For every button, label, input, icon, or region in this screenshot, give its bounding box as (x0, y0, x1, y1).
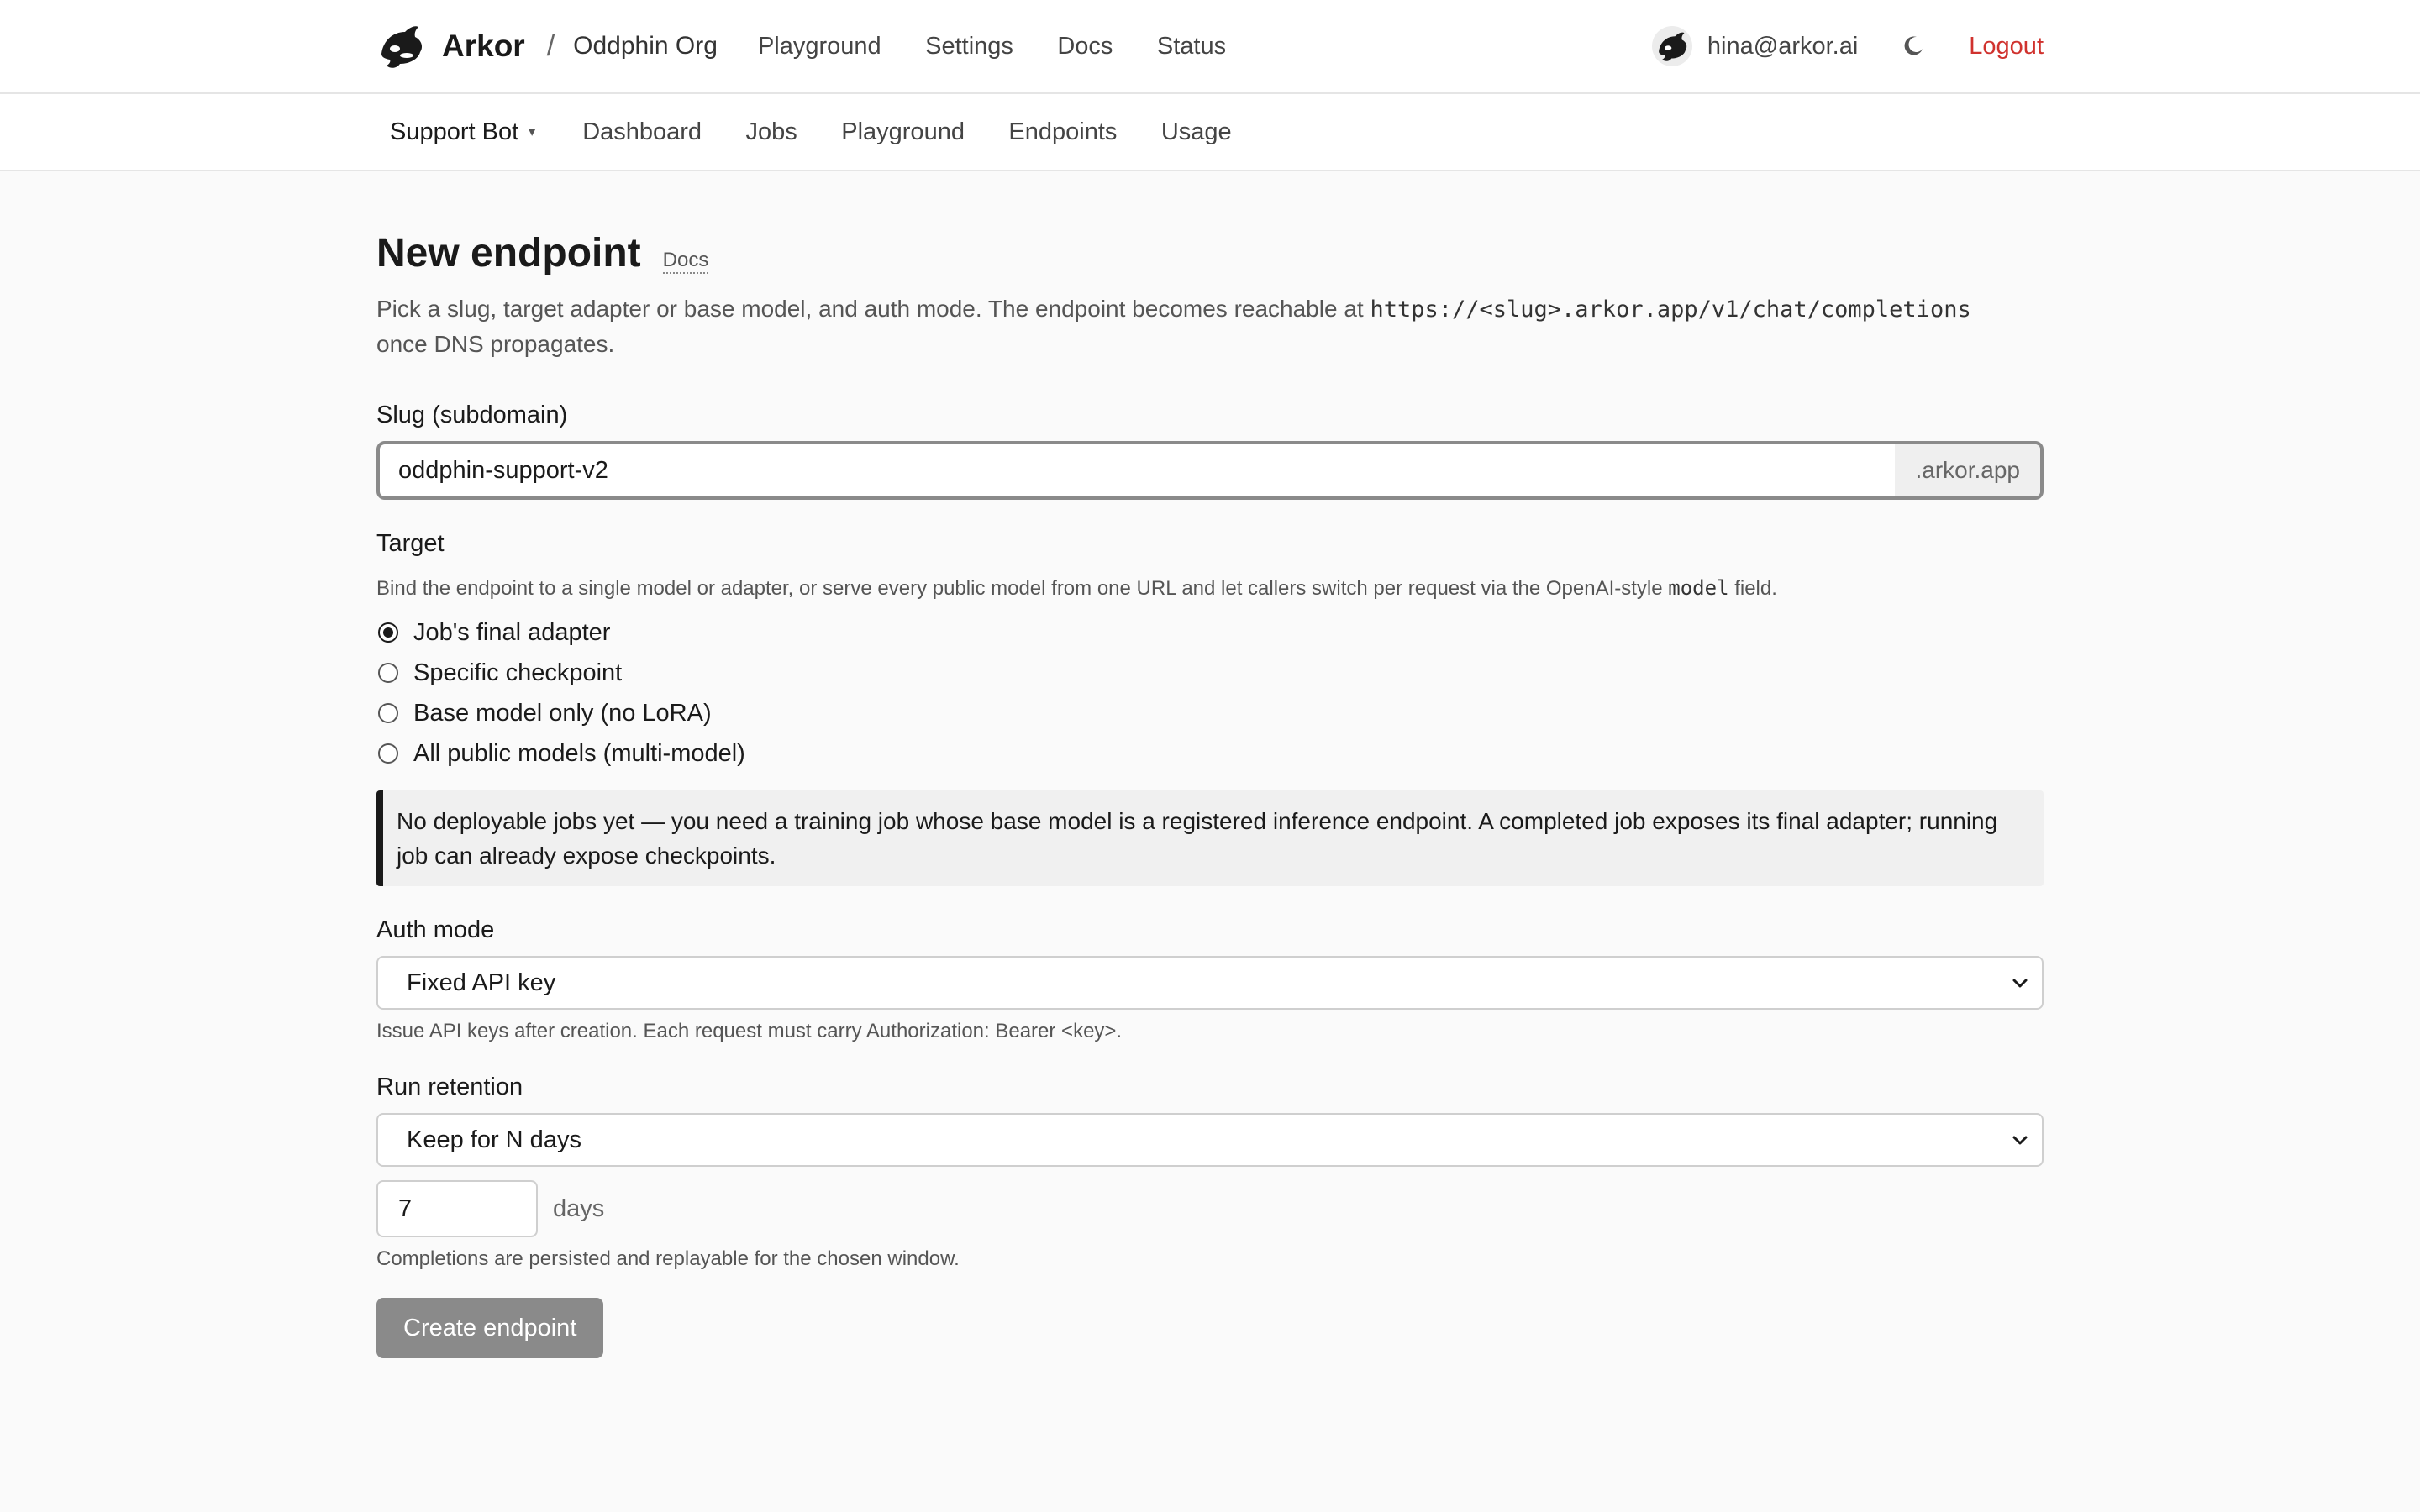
new-endpoint-form: New endpoint Docs Pick a slug, target ad… (376, 171, 2044, 1358)
radio-label: Job's final adapter (413, 618, 611, 646)
days-unit: days (553, 1194, 605, 1222)
nav-docs[interactable]: Docs (1057, 33, 1113, 60)
intro-tail: once DNS propagates. (376, 331, 615, 357)
retention-label: Run retention (376, 1074, 523, 1100)
auth-mode-hint: Issue API keys after creation. Each requ… (376, 1020, 1123, 1042)
auth-mode-label: Auth mode (376, 916, 495, 943)
intro-text: Pick a slug, target adapter or base mode… (376, 296, 1364, 322)
radio[interactable] (378, 743, 398, 764)
avatar[interactable] (1651, 26, 1692, 66)
model-field-code: model (1668, 576, 1729, 600)
retention-hint: Completions are persisted and replayable… (376, 1247, 960, 1270)
auth-mode-select[interactable]: Fixed API key (376, 956, 2044, 1010)
radio-label: All public models (multi-model) (413, 739, 745, 767)
endpoint-url: https://<slug>.arkor.app/v1/chat/complet… (1370, 297, 1971, 323)
project-nav: Dashboard Jobs Playground Endpoints Usag… (582, 118, 1272, 146)
target-option-checkpoint[interactable]: Specific checkpoint (376, 653, 2044, 693)
radio-label: Base model only (no LoRA) (413, 699, 712, 727)
nav-playground[interactable]: Playground (758, 33, 881, 60)
target-radio-group: Job's final adapter Specific checkpoint … (376, 612, 2044, 774)
project-selector[interactable]: Support Bot ▾ (390, 118, 535, 146)
subnav-endpoints[interactable]: Endpoints (1008, 118, 1117, 145)
target-option-final-adapter[interactable]: Job's final adapter (376, 612, 2044, 653)
target-hint-text: Bind the endpoint to a single model or a… (376, 577, 1663, 600)
chevron-down-icon (2012, 979, 2028, 988)
retention-days-input[interactable] (376, 1180, 538, 1237)
top-navbar: Arkor / Oddphin Org Playground Settings … (0, 0, 2420, 94)
brand-name: Arkor (442, 29, 525, 63)
slug-suffix: .arkor.app (1895, 444, 2040, 496)
slug-field: .arkor.app (376, 441, 2044, 500)
retention-select[interactable]: Keep for N days (376, 1113, 2044, 1167)
target-option-base-model[interactable]: Base model only (no LoRA) (376, 693, 2044, 733)
orca-avatar-icon (1659, 32, 1687, 61)
orca-logo-icon (376, 22, 425, 71)
subnav-playground[interactable]: Playground (841, 118, 965, 145)
top-nav: Playground Settings Docs Status (758, 33, 1266, 60)
nav-settings[interactable]: Settings (925, 33, 1013, 60)
no-jobs-notice: No deployable jobs yet — you need a trai… (376, 790, 2044, 886)
radio-label: Specific checkpoint (413, 659, 623, 686)
auth-mode-value: Fixed API key (407, 969, 556, 996)
slug-label: Slug (subdomain) (376, 402, 568, 428)
caret-down-icon: ▾ (529, 125, 536, 139)
retention-value: Keep for N days (407, 1126, 581, 1153)
brand[interactable]: Arkor (376, 22, 525, 71)
logout-link[interactable]: Logout (1969, 33, 2044, 60)
subnav-jobs[interactable]: Jobs (746, 118, 797, 145)
create-endpoint-button[interactable]: Create endpoint (376, 1298, 604, 1358)
user-email[interactable]: hina@arkor.ai (1707, 33, 1858, 60)
page-title: New endpoint (376, 231, 641, 276)
page-intro: Pick a slug, target adapter or base mode… (376, 291, 2044, 361)
subnav-dashboard[interactable]: Dashboard (582, 118, 702, 145)
chevron-down-icon (2012, 1136, 2028, 1145)
target-hint: Bind the endpoint to a single model or a… (376, 576, 2044, 601)
docs-link[interactable]: Docs (662, 249, 709, 274)
radio-selected[interactable] (378, 622, 398, 643)
breadcrumb-separator: / (546, 29, 555, 62)
target-option-all-models[interactable]: All public models (multi-model) (376, 733, 2044, 774)
org-switcher[interactable]: Oddphin Org (573, 32, 718, 60)
nav-status[interactable]: Status (1157, 33, 1226, 60)
radio[interactable] (378, 663, 398, 683)
project-name: Support Bot (390, 118, 519, 145)
subnav-usage[interactable]: Usage (1161, 118, 1232, 145)
radio[interactable] (378, 703, 398, 723)
target-label: Target (376, 530, 445, 557)
moon-icon[interactable] (1902, 34, 1925, 58)
target-hint-tail: field. (1734, 577, 1777, 600)
project-navbar: Support Bot ▾ Dashboard Jobs Playground … (0, 94, 2420, 171)
slug-input[interactable] (380, 444, 1896, 496)
